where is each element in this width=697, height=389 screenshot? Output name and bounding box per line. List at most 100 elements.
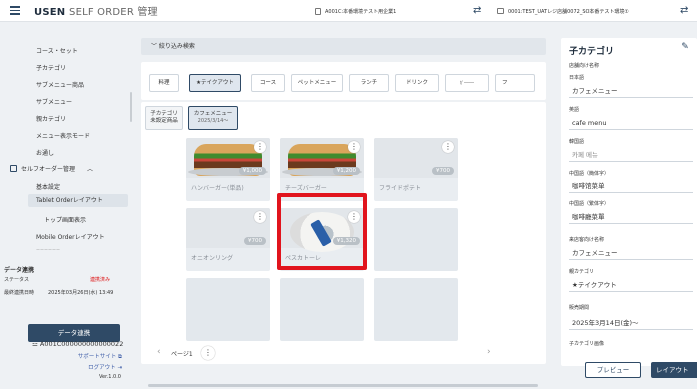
sidebar-item-top-screen[interactable]: トップ画面表示 xyxy=(44,215,86,224)
edit-icon[interactable]: ✎ xyxy=(677,42,693,56)
app-brand: USEN SELF ORDER 管理 xyxy=(34,3,158,18)
tab-lunch[interactable]: ランチ xyxy=(349,74,389,92)
product-price: ¥700 xyxy=(244,237,266,245)
product-card[interactable]: ⋮ ¥1,200 チーズバーガー xyxy=(280,138,364,201)
sidebar-section-self-order[interactable]: セルフオーダー管理 ︿ xyxy=(10,164,93,173)
subtab-line1: 子カテゴリ xyxy=(150,111,178,117)
label-child-category-image: 子カテゴリ画像 xyxy=(569,341,605,347)
sidebar-item-basic-settings[interactable]: 基本設定 xyxy=(36,182,60,191)
label-sales-period: 販売期間 xyxy=(569,305,590,311)
tab-other[interactable]: ｶﾞｰｰｰｰｰ xyxy=(445,74,489,92)
sidebar-item-child-category[interactable]: 子カテゴリ xyxy=(36,63,66,72)
sidebar-item-tablet-order-layout[interactable]: Tablet Orderレイアウト xyxy=(28,194,128,207)
subtab-line1: カフェメニュー xyxy=(193,111,233,117)
field-customer-name: カフェメニュー xyxy=(569,246,693,260)
swap-store-icon[interactable]: ⇄ xyxy=(473,5,481,16)
page-label: ページ1 xyxy=(171,351,193,358)
sidebar-scrollbar[interactable] xyxy=(130,92,132,122)
tab-cuisine[interactable]: 料理 xyxy=(149,74,179,92)
empty-slot[interactable] xyxy=(374,278,458,341)
product-name: チーズバーガー xyxy=(285,185,327,192)
logout-icon: ⇥ xyxy=(115,365,122,371)
support-link[interactable]: サポートサイト ⧉ xyxy=(78,352,122,361)
product-card[interactable]: ⋮ ¥700 フライドポテト xyxy=(374,138,458,201)
sidebar-item-course[interactable]: コース・セット xyxy=(36,46,78,55)
subtab-unassigned[interactable]: 子カテゴリ 未設定商品 xyxy=(145,106,183,130)
label-zh-traditional: 中国語（繁体字） xyxy=(569,201,610,207)
store-name: A001C:本番環境テスト用企業1 xyxy=(325,8,397,15)
page-options-icon[interactable]: ⋮ xyxy=(201,346,215,360)
detail-title: 子カテゴリ xyxy=(569,47,615,57)
device-icon xyxy=(497,8,504,14)
tab-more[interactable]: フ xyxy=(495,74,535,92)
section-label: セルフオーダー管理 xyxy=(21,166,76,173)
chevron-right-icon[interactable]: › xyxy=(487,347,491,357)
label-zh-simplified: 中国語（簡体字） xyxy=(569,171,610,177)
swap-device-icon[interactable]: ⇄ xyxy=(680,5,688,16)
preview-button[interactable]: プレビュー xyxy=(585,362,641,378)
empty-slot[interactable] xyxy=(186,278,270,341)
subtab-line2: 未設定商品 xyxy=(150,118,178,124)
user-icon: ⚍ xyxy=(32,340,40,348)
brand-rest: SELF ORDER 管理 xyxy=(69,7,158,18)
field-ko: 카페 메뉴 xyxy=(569,148,693,162)
label-parent-category: 親カテゴリ xyxy=(569,269,595,275)
menu-icon[interactable] xyxy=(4,0,26,22)
label-en: 英語 xyxy=(569,107,580,113)
product-card[interactable]: ⋮ ¥1,000 ハンバーガー(単品) xyxy=(186,138,270,201)
pagination-bar: ‹ ページ1 ⋮ › xyxy=(141,344,546,364)
field-zh-traditional: 咖啡廳菜單 xyxy=(569,210,693,224)
field-sales-period: 2025年3月14日(金)～ xyxy=(569,316,693,330)
sidebar-item-parent-category[interactable]: 親カテゴリ xyxy=(36,114,66,123)
product-price: ¥700 xyxy=(432,167,454,175)
more-options-icon[interactable]: ⋮ xyxy=(254,211,266,223)
empty-slot[interactable] xyxy=(280,278,364,341)
logout-text: ログアウト xyxy=(88,365,116,371)
more-options-icon[interactable]: ⋮ xyxy=(442,141,454,153)
device-selector[interactable]: 0001:TEST_UATレジ店舗0072_SO本番テスト環境① xyxy=(497,0,629,22)
version-label: Ver.1.0.0 xyxy=(98,374,121,380)
tab-drink[interactable]: ドリンク xyxy=(395,74,439,92)
product-name: ハンバーガー(単品) xyxy=(191,185,244,192)
filter-toggle[interactable]: ﹀ 絞り込み検索 xyxy=(141,38,546,55)
chevron-down-icon: ﹀ xyxy=(151,43,159,50)
layout-button[interactable]: レイアウト xyxy=(651,362,697,378)
label-customer-name: 来店客向け名称 xyxy=(569,237,605,243)
sidebar-item-submenu[interactable]: サブメニュー xyxy=(36,97,72,106)
product-name: フライドポテト xyxy=(379,185,422,192)
account-text: A001C000000000000022 xyxy=(39,340,124,348)
subtab-cafe-menu[interactable]: カフェメニュー 2025/3/14～ xyxy=(188,106,238,130)
sidebar-item-otoshi[interactable]: お通し xyxy=(36,148,54,157)
product-name: オニオンリング xyxy=(191,255,234,262)
chevron-left-icon[interactable]: ‹ xyxy=(157,347,161,357)
filter-label: 絞り込み検索 xyxy=(158,43,195,50)
sidebar-item-submenu-product[interactable]: サブメニュー商品 xyxy=(36,80,84,89)
product-price: ¥1,200 xyxy=(332,167,360,175)
logout-link[interactable]: ログアウト ⇥ xyxy=(88,363,122,371)
sidebar-item-menu-display-mode[interactable]: メニュー表示モード xyxy=(36,131,90,140)
chevron-up-icon: ︿ xyxy=(87,166,94,173)
sidebar-item-more[interactable]: ーーーーーー xyxy=(36,247,60,253)
tab-course[interactable]: コース xyxy=(251,74,285,92)
field-en: cafe menu xyxy=(569,116,693,130)
sync-status-label: ステータス xyxy=(4,277,30,283)
tablet-icon xyxy=(10,165,17,172)
sync-last-label: 最終連携日時 xyxy=(4,290,35,296)
horizontal-scrollbar[interactable] xyxy=(148,384,538,387)
store-selector[interactable]: A001C:本番環境テスト用企業1 xyxy=(315,0,396,22)
product-price: ¥1,000 xyxy=(238,167,266,175)
brand-bold: USEN xyxy=(34,7,66,18)
tab-takeout[interactable]: ★テイクアウト xyxy=(189,74,241,92)
sidebar-item-mobile-order-layout[interactable]: Mobile Orderレイアウト xyxy=(36,232,105,241)
tab-pet-menu[interactable]: ペットメニュー xyxy=(291,74,343,92)
device-name: 0001:TEST_UATレジ店舗0072_SO本番テスト環境① xyxy=(508,8,629,15)
field-parent-category: ★テイクアウト xyxy=(569,278,693,292)
product-card[interactable]: ⋮ ¥700 オニオンリング xyxy=(186,208,270,271)
empty-slot[interactable] xyxy=(374,208,458,271)
more-options-icon[interactable]: ⋮ xyxy=(348,141,360,153)
account-id: ⚍ A001C000000000000022 xyxy=(32,340,123,348)
sync-last-value: 2025年03月26日(水) 13:49 xyxy=(48,290,114,296)
more-options-icon[interactable]: ⋮ xyxy=(254,141,266,153)
parent-category-tabs: 料理 ★テイクアウト コース ペットメニュー ランチ ドリンク ｶﾞｰｰｰｰｰ … xyxy=(141,62,546,100)
label-ko: 韓国語 xyxy=(569,139,585,145)
